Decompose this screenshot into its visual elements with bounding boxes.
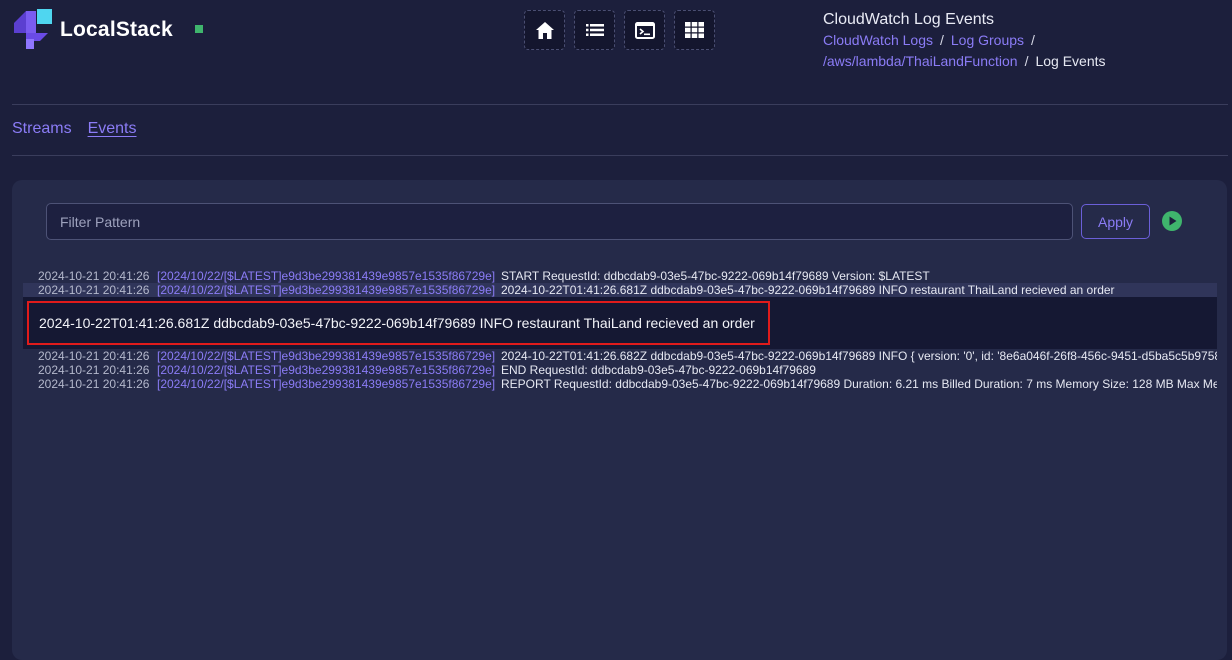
log-row[interactable]: 2024-10-21 20:41:26 [2024/10/22/[$LATEST… <box>23 377 1217 391</box>
log-stream-name: [2024/10/22/[$LATEST]e9d3be299381439e985… <box>157 269 496 283</box>
log-message: END RequestId: ddbcdab9-03e5-47bc-9222-0… <box>501 363 816 377</box>
breadcrumb-log-groups[interactable]: Log Groups <box>951 32 1024 48</box>
log-stream-name: [2024/10/22/[$LATEST]e9d3be299381439e985… <box>157 363 496 377</box>
breadcrumb-separator: / <box>1024 53 1029 69</box>
log-timestamp: 2024-10-21 20:41:26 <box>38 269 150 283</box>
breadcrumb-separator: / <box>939 32 944 48</box>
log-detail-panel: 2024-10-22T01:41:26.681Z ddbcdab9-03e5-4… <box>23 297 1217 349</box>
log-stream-name: [2024/10/22/[$LATEST]e9d3be299381439e985… <box>157 377 496 391</box>
log-timestamp: 2024-10-21 20:41:26 <box>38 283 150 297</box>
breadcrumb-separator: / <box>1031 32 1035 48</box>
log-row[interactable]: 2024-10-21 20:41:26 [2024/10/22/[$LATEST… <box>23 269 1217 283</box>
tab-streams[interactable]: Streams <box>12 120 72 138</box>
status-indicator <box>195 25 203 33</box>
log-timestamp: 2024-10-21 20:41:26 <box>38 363 150 377</box>
page-heading: CloudWatch Log Events CloudWatch Logs / Lo… <box>823 10 1223 72</box>
grid-icon <box>685 22 704 38</box>
terminal-button[interactable] <box>624 10 665 50</box>
grid-button[interactable] <box>674 10 715 50</box>
home-icon <box>535 21 554 39</box>
log-message: START RequestId: ddbcdab9-03e5-47bc-9222… <box>501 269 930 283</box>
terminal-icon <box>634 21 655 39</box>
page-title: CloudWatch Log Events <box>823 11 995 28</box>
log-message: 2024-10-22T01:41:26.682Z ddbcdab9-03e5-4… <box>501 349 1217 363</box>
log-row-selected[interactable]: 2024-10-21 20:41:26 [2024/10/22/[$LATEST… <box>23 283 1217 297</box>
top-header: LocalStack CloudWatch Log Events CloudWa… <box>0 0 1232 104</box>
log-events-panel: Apply 2024-10-21 20:41:26 [2024/10/22/[$… <box>12 180 1227 660</box>
tabs-divider <box>12 155 1228 156</box>
nav-toolbar <box>524 10 715 50</box>
log-row[interactable]: 2024-10-21 20:41:26 [2024/10/22/[$LATEST… <box>23 363 1217 377</box>
localstack-logo[interactable]: LocalStack <box>12 9 173 51</box>
log-timestamp: 2024-10-21 20:41:26 <box>38 349 150 363</box>
log-timestamp: 2024-10-21 20:41:26 <box>38 377 150 391</box>
header-divider <box>12 104 1228 105</box>
localstack-logo-icon <box>14 9 52 49</box>
log-message: 2024-10-22T01:41:26.681Z ddbcdab9-03e5-4… <box>501 283 1115 297</box>
breadcrumb-current: Log Events <box>1035 53 1106 69</box>
log-message: REPORT RequestId: ddbcdab9-03e5-47bc-922… <box>501 377 1217 391</box>
breadcrumb: CloudWatch Logs / Log Groups / /aws/lambda/… <box>823 30 1223 72</box>
log-stream-name: [2024/10/22/[$LATEST]e9d3be299381439e985… <box>157 349 496 363</box>
log-row[interactable]: 2024-10-21 20:41:26 [2024/10/22/[$LATEST… <box>23 349 1217 363</box>
log-stream-name: [2024/10/22/[$LATEST]e9d3be299381439e985… <box>157 283 496 297</box>
list-button[interactable] <box>574 10 615 50</box>
home-button[interactable] <box>524 10 565 50</box>
app-name: LocalStack <box>60 18 173 41</box>
log-detail-message: 2024-10-22T01:41:26.681Z ddbcdab9-03e5-4… <box>27 301 770 345</box>
list-icon <box>585 24 604 36</box>
breadcrumb-log-group[interactable]: /aws/lambda/ThaiLandFunction <box>823 53 1018 69</box>
tab-events[interactable]: Events <box>88 120 137 138</box>
tab-bar: Streams Events <box>12 120 137 138</box>
log-event-list: 2024-10-21 20:41:26 [2024/10/22/[$LATEST… <box>23 269 1217 391</box>
breadcrumb-cloudwatch-logs[interactable]: CloudWatch Logs <box>823 32 933 48</box>
apply-button[interactable]: Apply <box>1081 204 1150 239</box>
play-icon[interactable] <box>1162 211 1182 231</box>
filter-pattern-input[interactable] <box>46 203 1073 240</box>
